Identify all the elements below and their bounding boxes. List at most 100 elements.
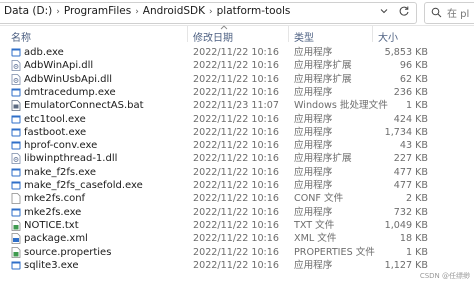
breadcrumb-separator-icon[interactable]: › <box>135 5 139 19</box>
file-name[interactable]: mke2fs.conf <box>24 192 85 205</box>
file-date: 2022/11/23 11:07 <box>193 100 279 112</box>
file-name[interactable]: AdbWinUsbApi.dll <box>24 73 112 86</box>
breadcrumb-item-androidsdk[interactable]: AndroidSDK <box>143 4 205 18</box>
file-type: 应用程序扩展 <box>294 73 352 85</box>
breadcrumb-item-drive[interactable]: Data (D:) <box>4 4 52 18</box>
breadcrumb-separator-icon[interactable]: › <box>209 5 213 19</box>
file-name[interactable]: make_f2fs.exe <box>24 166 96 179</box>
column-divider[interactable] <box>187 26 188 42</box>
file-size: 18 KB <box>399 233 428 245</box>
file-type: 应用程序扩展 <box>294 153 352 165</box>
file-date: 2022/11/22 10:16 <box>193 86 279 98</box>
file-row[interactable]: fastboot.exe 2022/11/22 10:16 应用程序 1,734 KB <box>0 126 474 139</box>
column-header-name[interactable]: 名称 <box>11 29 31 44</box>
file-type: XML 文件 <box>294 233 337 245</box>
dll-icon <box>11 73 21 85</box>
file-name[interactable]: libwinpthread-1.dll <box>24 152 117 165</box>
file-date: 2022/11/22 10:16 <box>193 113 279 125</box>
file-size: 1,734 KB <box>384 126 428 138</box>
file-type: 应用程序 <box>294 113 333 125</box>
file-type: PROPERTIES 文件 <box>294 246 375 258</box>
file-size: 236 KB <box>393 86 428 98</box>
file-date: 2022/11/22 10:16 <box>193 246 279 258</box>
exe-icon <box>11 128 21 137</box>
file-name[interactable]: etc1tool.exe <box>24 113 86 126</box>
file-row[interactable]: package.xml 2022/11/22 10:16 XML 文件 18 KB <box>0 232 474 245</box>
file-size: 96 KB <box>399 60 428 72</box>
file-row[interactable]: source.properties 2022/11/22 10:16 PROPERT… <box>0 246 474 259</box>
xml-icon <box>11 233 21 245</box>
exe-icon <box>11 48 21 57</box>
file-date: 2022/11/22 10:16 <box>193 47 279 58</box>
file-type: 应用程序 <box>294 180 333 191</box>
file-row[interactable]: mke2fs.conf 2022/11/22 10:16 CONF 文件 2 KB <box>0 192 474 205</box>
file-name[interactable]: package.xml <box>24 232 88 245</box>
column-header-date[interactable]: 修改日期 <box>193 29 233 44</box>
file-date: 2022/11/22 10:16 <box>193 166 279 178</box>
column-header-size[interactable]: 大小 <box>378 29 398 44</box>
column-divider[interactable] <box>288 26 289 42</box>
file-date: 2022/11/22 10:16 <box>193 233 279 245</box>
file-row[interactable]: libwinpthread-1.dll 2022/11/22 10:16 应用程序扩… <box>0 152 474 165</box>
refresh-icon[interactable] <box>398 5 410 17</box>
breadcrumb: Data (D:) › ProgramFiles › AndroidSDK › platfo… <box>4 4 290 19</box>
file-name[interactable]: source.properties <box>24 246 111 259</box>
chevron-down-icon[interactable] <box>379 6 389 16</box>
txt-icon <box>11 219 21 231</box>
file-name[interactable]: dmtracedump.exe <box>24 86 116 99</box>
watermark: CSDN @任缥缈 <box>419 272 470 280</box>
file-type: 应用程序 <box>294 259 333 271</box>
file-row[interactable]: AdbWinApi.dll 2022/11/22 10:16 应用程序扩展 96 KB <box>0 59 474 72</box>
column-divider[interactable] <box>372 26 373 42</box>
file-name[interactable]: make_f2fs_casefold.exe <box>24 179 143 192</box>
file-date: 2022/11/22 10:16 <box>193 126 279 138</box>
file-name[interactable]: mke2fs.exe <box>24 206 81 219</box>
file-row[interactable]: sqlite3.exe 2022/11/22 10:16 应用程序 1,127 KB <box>0 259 474 272</box>
exe-icon <box>11 88 21 97</box>
file-row[interactable]: EmulatorConnectAS.bat 2022/11/23 11:07 Win… <box>0 99 474 112</box>
file-row[interactable]: make_f2fs.exe 2022/11/22 10:16 应用程序 477 KB <box>0 166 474 179</box>
file-type: 应用程序 <box>294 206 333 218</box>
dll-icon <box>11 60 21 72</box>
file-name[interactable]: NOTICE.txt <box>24 219 79 232</box>
bat-icon <box>11 100 21 112</box>
file-name[interactable]: adb.exe <box>24 46 64 59</box>
breadcrumb-item-programfiles[interactable]: ProgramFiles <box>64 4 131 18</box>
breadcrumb-item-platform-tools[interactable]: platform-tools <box>217 4 291 18</box>
conf-icon <box>11 193 21 205</box>
file-date: 2022/11/22 10:16 <box>193 206 279 218</box>
address-bar: Data (D:) › ProgramFiles › AndroidSDK › platfo… <box>0 0 474 26</box>
breadcrumb-separator-icon[interactable]: › <box>56 5 60 19</box>
file-name[interactable]: AdbWinApi.dll <box>24 59 93 72</box>
file-type: 应用程序 <box>294 47 333 58</box>
file-row[interactable]: AdbWinUsbApi.dll 2022/11/22 10:16 应用程序扩展 62… <box>0 73 474 86</box>
exe-icon <box>11 181 21 190</box>
file-type: 应用程序 <box>294 166 333 178</box>
file-row[interactable]: etc1tool.exe 2022/11/22 10:16 应用程序 424 KB <box>0 113 474 126</box>
file-row[interactable]: NOTICE.txt 2022/11/22 10:16 TXT 文件 1,049 KB <box>0 219 474 232</box>
file-size: 2 KB <box>405 193 428 205</box>
file-date: 2022/11/22 10:16 <box>193 153 279 165</box>
file-row[interactable]: make_f2fs_casefold.exe 2022/11/22 10:16 应用… <box>0 179 474 192</box>
file-row[interactable]: hprof-conv.exe 2022/11/22 10:16 应用程序 43 KB <box>0 139 474 152</box>
file-size: 1,127 KB <box>384 259 428 271</box>
exe-icon <box>11 261 21 270</box>
file-size: 424 KB <box>393 113 428 125</box>
file-name[interactable]: sqlite3.exe <box>24 259 78 272</box>
file-size: 227 KB <box>393 153 428 165</box>
file-row[interactable]: mke2fs.exe 2022/11/22 10:16 应用程序 732 KB <box>0 206 474 219</box>
file-type: Windows 批处理文件 <box>294 100 388 112</box>
file-name[interactable]: hprof-conv.exe <box>24 139 97 152</box>
file-row[interactable]: dmtracedump.exe 2022/11/22 10:16 应用程序 236 K… <box>0 86 474 99</box>
file-date: 2022/11/22 10:16 <box>193 60 279 72</box>
file-name[interactable]: fastboot.exe <box>24 126 86 139</box>
file-row[interactable]: adb.exe 2022/11/22 10:16 应用程序 5,853 KB <box>0 46 474 59</box>
file-name[interactable]: EmulatorConnectAS.bat <box>24 99 144 112</box>
file-type: CONF 文件 <box>294 193 344 205</box>
file-date: 2022/11/22 10:16 <box>193 193 279 205</box>
search-icon <box>431 7 442 18</box>
column-header-type[interactable]: 类型 <box>294 29 314 44</box>
file-type: 应用程序 <box>294 126 333 138</box>
file-date: 2022/11/22 10:16 <box>193 180 279 191</box>
file-size: 43 KB <box>399 140 428 152</box>
